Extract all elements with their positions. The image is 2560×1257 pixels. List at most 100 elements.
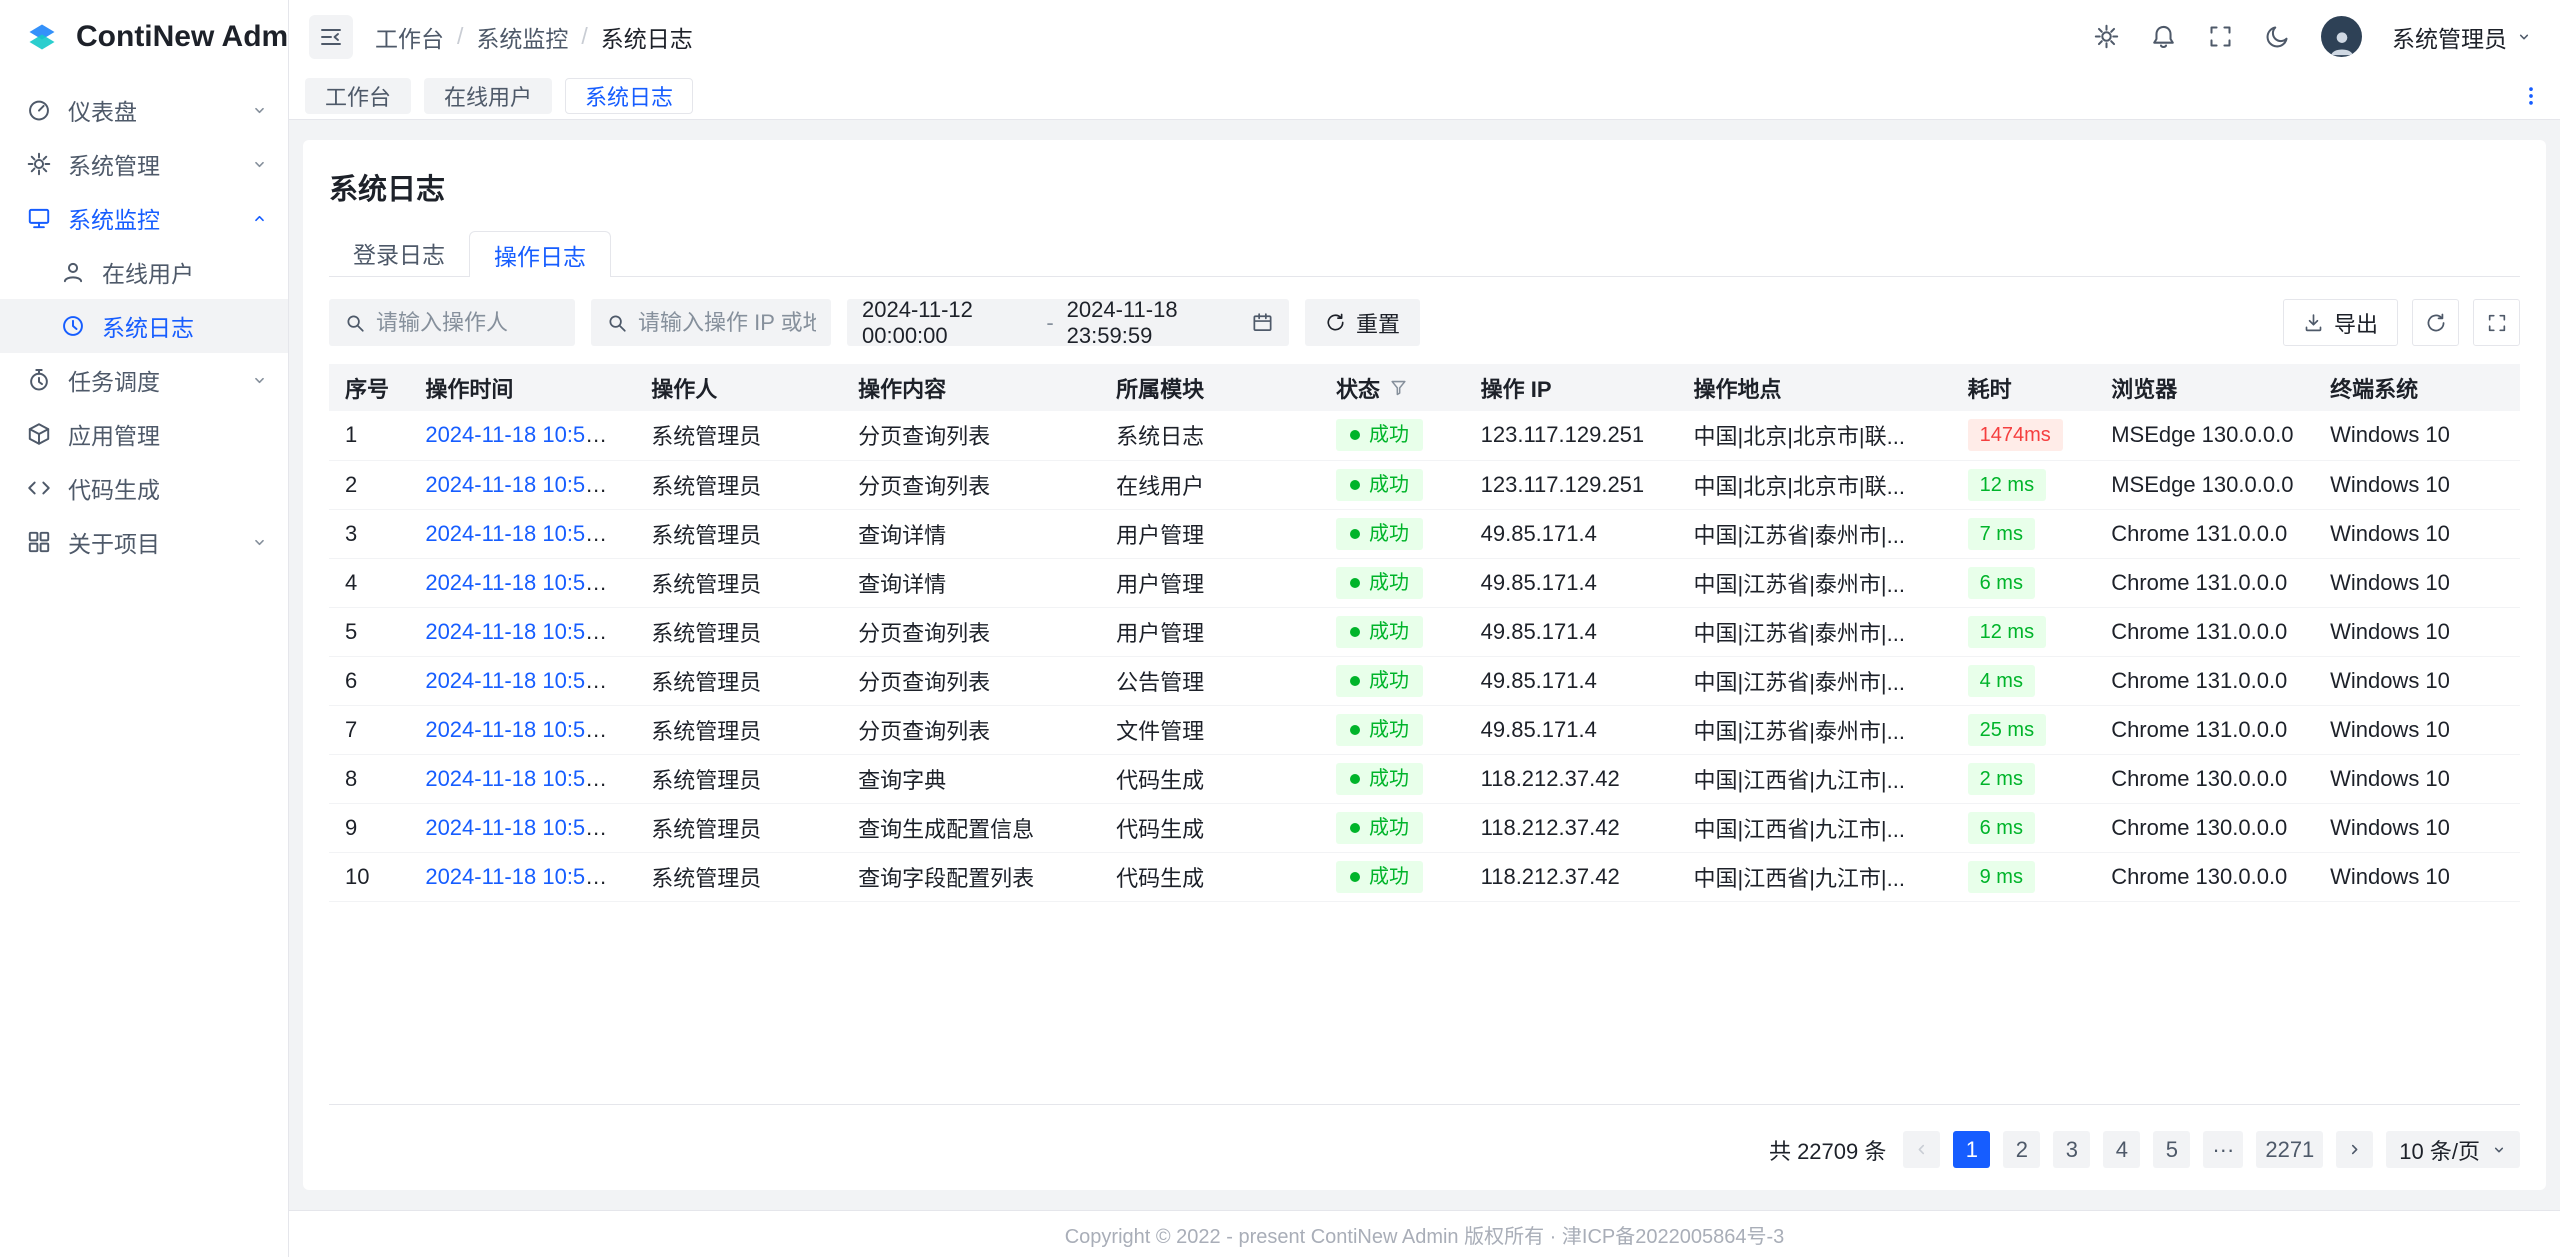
prev-page-button[interactable] [1903,1131,1940,1168]
tags-more-button[interactable] [2516,81,2546,111]
table-fullscreen-button[interactable] [2473,299,2520,346]
cell-os: Windows 10 [2314,754,2520,803]
cell-ip: 118.212.37.42 [1465,803,1678,852]
cell-browser: Chrome 130.0.0.0 [2095,852,2314,901]
export-button[interactable]: 导出 [2283,299,2398,346]
user-icon [60,259,86,285]
cell-module: 公告管理 [1100,656,1320,705]
cell-time-link[interactable]: 2024-11-18 10:52:12 [425,521,628,546]
next-page-button[interactable] [2336,1131,2373,1168]
operator-search-input[interactable] [376,310,560,336]
cell-time-link[interactable]: 2024-11-18 10:52:55 [425,422,628,447]
page-button[interactable]: 1 [1953,1131,1990,1168]
sidebar-item-task-schedule[interactable]: 任务调度 [0,353,288,407]
cell-index: 4 [329,558,409,607]
tab-operation-logs[interactable]: 操作日志 [469,231,611,277]
status-dot-icon [1350,480,1360,490]
download-icon [2303,312,2324,333]
page-size-select[interactable]: 10 条/页 [2386,1131,2520,1168]
table-refresh-button[interactable] [2412,299,2459,346]
cell-time-link[interactable]: 2024-11-18 10:52:05 [425,570,628,595]
breadcrumb-item[interactable]: 工作台 [375,20,444,54]
col-ip: 操作 IP [1465,364,1678,411]
tag-workbench[interactable]: 工作台 [305,78,411,114]
sidebar-item-system-management[interactable]: 系统管理 [0,137,288,191]
cell-module: 用户管理 [1100,558,1320,607]
tag-system-logs[interactable]: 系统日志 [565,78,693,114]
cell-time-link[interactable]: 2024-11-18 10:51:53 [425,668,628,693]
sidebar-item-system-logs[interactable]: 系统日志 [0,299,288,353]
page-button[interactable]: 3 [2053,1131,2090,1168]
sidebar-item-online-users[interactable]: 在线用户 [0,245,288,299]
cell-operator: 系统管理员 [635,509,842,558]
notification-bell-icon[interactable] [2150,23,2177,50]
table-header-row: 序号 操作时间 操作人 操作内容 所属模块 状态 操作 I [329,364,2520,411]
page-button[interactable]: 2 [2003,1131,2040,1168]
sidebar-item-dashboard[interactable]: 仪表盘 [0,83,288,137]
table-row: 8 2024-11-18 10:51:50 系统管理员 查询字典 代码生成 成功… [329,754,2520,803]
cell-location: 中国|江苏省|泰州市|... [1677,705,1951,754]
status-badge: 成功 [1336,812,1423,844]
page-button[interactable]: 5 [2153,1131,2190,1168]
cell-time-link[interactable]: 2024-11-18 10:51:49 [425,815,628,840]
code-icon [26,475,52,501]
status-dot-icon [1350,774,1360,784]
sidebar-item-system-monitor[interactable]: 系统监控 [0,191,288,245]
cell-time-link[interactable]: 2024-11-18 10:51:52 [425,717,628,742]
history-icon [60,313,86,339]
cell-content: 查询详情 [842,509,1100,558]
app-name: ContiNew Admin [76,20,315,54]
breadcrumb-item[interactable]: 系统监控 [476,20,568,54]
cell-index: 7 [329,705,409,754]
tag-online-users[interactable]: 在线用户 [424,78,552,114]
col-module: 所属模块 [1100,364,1320,411]
main-column: 工作台 / 系统监控 / 系统日志 系统管理员 工作台 [289,0,2560,1257]
sidebar-item-label: 任务调度 [68,363,235,397]
page-ellipsis[interactable]: ··· [2203,1131,2243,1168]
app-logo[interactable]: ContiNew Admin [0,0,288,73]
ip-search-input[interactable] [638,310,816,336]
cell-ip: 49.85.171.4 [1465,558,1678,607]
calendar-icon [1251,311,1274,334]
date-range-picker[interactable]: 2024-11-12 00:00:00 - 2024-11-18 23:59:5… [847,299,1289,346]
cell-time-link[interactable]: 2024-11-18 10:51:55 [425,619,628,644]
top-header: 工作台 / 系统监控 / 系统日志 系统管理员 [289,0,2560,73]
user-menu[interactable]: 系统管理员 [2392,20,2532,54]
cell-os: Windows 10 [2314,509,2520,558]
cell-time-link[interactable]: 2024-11-18 10:51:49 [425,864,628,889]
page-buttons: 12345 ··· 2271 [1953,1131,2323,1168]
cell-ip: 118.212.37.42 [1465,852,1678,901]
sidebar-item-code-generation[interactable]: 代码生成 [0,461,288,515]
col-status-label: 状态 [1336,372,1380,404]
cell-index: 6 [329,656,409,705]
status-dot-icon [1350,627,1360,637]
date-range-separator: - [1046,310,1053,336]
chevron-down-icon [251,372,268,389]
sidebar-item-app-management[interactable]: 应用管理 [0,407,288,461]
reset-button[interactable]: 重置 [1305,299,1420,346]
cell-index: 1 [329,411,409,460]
tab-login-logs[interactable]: 登录日志 [329,230,469,276]
page-button[interactable]: 4 [2103,1131,2140,1168]
sidebar-item-about-project[interactable]: 关于项目 [0,515,288,569]
filter-funnel-icon[interactable] [1389,378,1408,397]
page-button[interactable]: 2271 [2256,1131,2323,1168]
cell-operator: 系统管理员 [635,607,842,656]
operator-search-field [329,299,575,346]
cell-operator: 系统管理员 [635,754,842,803]
cell-time-link[interactable]: 2024-11-18 10:51:50 [425,766,628,791]
status-badge: 成功 [1336,616,1423,648]
settings-icon [26,151,52,177]
avatar[interactable] [2321,16,2362,57]
cell-index: 10 [329,852,409,901]
cell-index: 5 [329,607,409,656]
cell-time-link[interactable]: 2024-11-18 10:52:47 [425,472,628,497]
dark-mode-moon-icon[interactable] [2264,23,2291,50]
settings-icon[interactable] [2093,23,2120,50]
sidebar-collapse-button[interactable] [309,15,353,59]
table-row: 9 2024-11-18 10:51:49 系统管理员 查询生成配置信息 代码生… [329,803,2520,852]
cell-index: 2 [329,460,409,509]
status-badge: 成功 [1336,763,1423,795]
tab-label: 操作日志 [494,238,586,272]
fullscreen-icon[interactable] [2207,23,2234,50]
